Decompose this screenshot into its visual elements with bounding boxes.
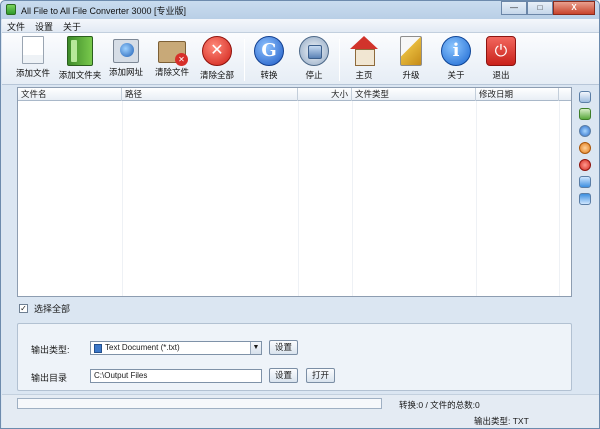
output-dir-settings-button[interactable]: 设置 (269, 368, 298, 383)
convert-label: 转换 (260, 70, 278, 80)
document-icon (22, 36, 44, 64)
clear-files-label: 清除文件 (154, 67, 189, 77)
home-label: 主页 (355, 70, 373, 80)
window-controls: — □ X (501, 1, 595, 15)
text-document-icon (94, 344, 102, 353)
select-all-checkbox[interactable]: ✓ (19, 304, 28, 313)
upgrade-icon (400, 36, 422, 66)
column-header-filename[interactable]: 文件名 (18, 88, 122, 101)
orange-circle-icon[interactable] (579, 142, 591, 154)
close-button[interactable]: X (553, 1, 595, 15)
window-title: All File to All File Converter 3000 [专业版… (21, 6, 187, 16)
app-icon (6, 4, 16, 15)
column-divider (476, 101, 477, 296)
upgrade-label: 升级 (402, 70, 420, 80)
maximize-button[interactable]: □ (527, 1, 553, 15)
exit-label: 退出 (492, 70, 510, 80)
select-all[interactable]: ✓ 选择全部 (19, 302, 70, 315)
menu-file[interactable]: 文件 (2, 19, 30, 32)
file-list[interactable]: 文件名 路径 大小 文件类型 修改日期 (17, 87, 572, 297)
add-file-button[interactable]: 添加文件 (11, 35, 55, 83)
clear-all-icon: ✕ (202, 36, 232, 66)
toolbar: 添加文件 添加文件夹 添加网址 清除文件 ✕ 清除全部 G 转换 停止 (2, 33, 599, 85)
add-file-label: 添加文件 (15, 68, 50, 78)
add-folder-label: 添加文件夹 (58, 70, 102, 80)
app-window: All File to All File Converter 3000 [专业版… (0, 0, 600, 429)
exit-button[interactable]: 退出 (479, 35, 523, 83)
open-folder-button[interactable]: 打开 (306, 368, 335, 383)
output-type-value: Text Document (*.txt) (105, 343, 180, 352)
arrow-down-icon[interactable] (579, 193, 591, 205)
web-page-icon (113, 39, 139, 63)
clear-files-icon (158, 41, 188, 66)
conversion-summary: 转换:0 / 文件的总数:0 (399, 400, 480, 410)
column-divider (352, 101, 353, 296)
convert-button[interactable]: G 转换 (247, 35, 291, 83)
output-type-label: 输出类型: (31, 345, 70, 355)
menu-settings[interactable]: 设置 (30, 19, 58, 32)
add-url-label: 添加网址 (108, 67, 143, 77)
add-url-button[interactable]: 添加网址 (104, 35, 148, 83)
stop-icon (299, 36, 329, 66)
column-header-size[interactable]: 大小 (298, 88, 352, 101)
arrow-up-icon[interactable] (579, 176, 591, 188)
power-icon (486, 36, 516, 66)
add-folder-button[interactable]: 添加文件夹 (57, 35, 103, 83)
menu-bar: 文件 设置 关于 (2, 19, 599, 33)
title-bar: All File to All File Converter 3000 [专业版… (1, 1, 599, 19)
column-header-modified[interactable]: 修改日期 (476, 88, 559, 101)
about-button[interactable]: i 关于 (434, 35, 478, 83)
clear-all-button[interactable]: ✕ 清除全部 (195, 35, 239, 83)
home-button[interactable]: 主页 (342, 35, 386, 83)
info-icon: i (441, 36, 471, 66)
upgrade-button[interactable]: 升级 (389, 35, 433, 83)
toolbar-separator (244, 39, 245, 81)
red-circle-icon[interactable] (579, 159, 591, 171)
chevron-down-icon[interactable]: ▼ (250, 342, 261, 354)
select-all-label: 选择全部 (34, 304, 71, 314)
side-toolbar (579, 91, 593, 210)
menu-about[interactable]: 关于 (58, 19, 86, 32)
globe-icon[interactable] (579, 125, 591, 137)
minimize-button[interactable]: — (501, 1, 527, 15)
output-type-select[interactable]: Text Document (*.txt) ▼ (90, 341, 262, 355)
column-divider (559, 101, 560, 296)
home-icon (350, 36, 378, 66)
status-bar: 转换:0 / 文件的总数:0 输出类型: TXT (2, 394, 599, 428)
column-divider (298, 101, 299, 296)
output-options-panel: 输出类型: Text Document (*.txt) ▼ 设置 输出目录 C:… (17, 323, 572, 391)
file-list-header: 文件名 路径 大小 文件类型 修改日期 (18, 88, 571, 101)
column-divider (122, 101, 123, 296)
toolbar-separator (339, 39, 340, 81)
column-header-path[interactable]: 路径 (122, 88, 298, 101)
clear-files-button[interactable]: 清除文件 (150, 35, 194, 83)
list-icon[interactable] (579, 91, 591, 103)
output-dir-label: 输出目录 (31, 373, 68, 383)
stop-button[interactable]: 停止 (292, 35, 336, 83)
output-type-settings-button[interactable]: 设置 (269, 340, 298, 355)
folder-icon (67, 36, 93, 66)
stop-label: 停止 (305, 70, 323, 80)
clear-all-label: 清除全部 (199, 70, 234, 80)
output-type-status: 输出类型: TXT (474, 416, 529, 426)
conversion-progress-bar (17, 398, 382, 409)
convert-icon: G (254, 36, 284, 66)
image-icon[interactable] (579, 108, 591, 120)
column-header-type[interactable]: 文件类型 (352, 88, 476, 101)
output-dir-field[interactable]: C:\Output Files (90, 369, 262, 383)
about-label: 关于 (447, 70, 465, 80)
